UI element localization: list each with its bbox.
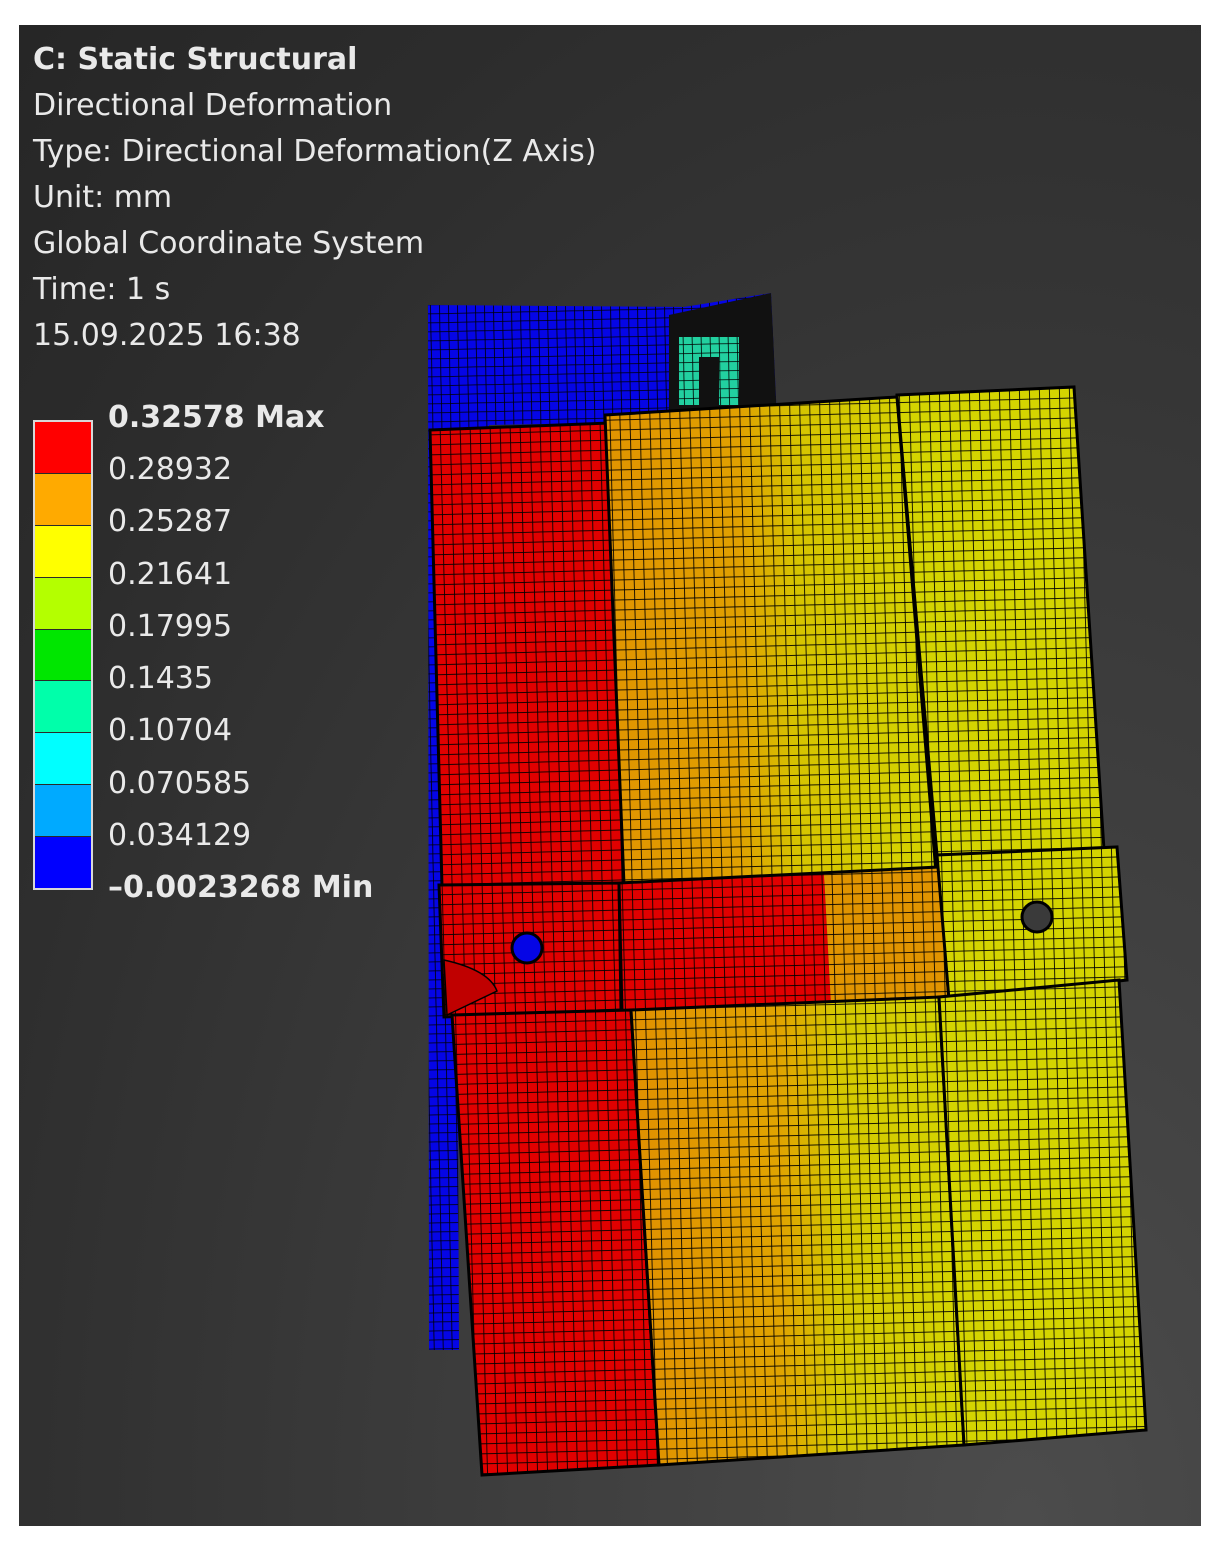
legend-swatch [35, 681, 91, 734]
legend-swatch [35, 525, 91, 578]
legend-swatch [35, 733, 91, 786]
coordinate-system: Global Coordinate System [33, 226, 425, 261]
legend-value-label: 0.17995 [108, 608, 233, 644]
result-info-panel: C: Static Structural Directional Deforma… [33, 37, 596, 359]
legend-value-label: 0.1435 [108, 661, 213, 697]
plate-lower-left [450, 1008, 661, 1477]
legend-swatch [35, 629, 91, 682]
legend-value-label: 0.034129 [108, 817, 252, 853]
legend-swatch [35, 473, 91, 526]
legend-max-label: 0.32578 Max [108, 400, 325, 435]
legend-swatch [35, 837, 91, 889]
plate-middle-right [935, 845, 1129, 1002]
legend-min-label: –0.0023268 Min [108, 870, 374, 905]
plate-upper-left [428, 421, 626, 889]
legend-swatch [35, 785, 91, 838]
result-unit: Unit: mm [33, 180, 173, 215]
legend-value-label: 0.10704 [108, 713, 233, 749]
result-timestamp: 15.09.2025 16:38 [33, 318, 301, 353]
legend-swatch [35, 577, 91, 630]
result-name: Directional Deformation [33, 88, 393, 123]
bracket-part [669, 293, 777, 420]
legend-value-label: 0.28932 [108, 452, 233, 488]
color-legend[interactable] [33, 420, 93, 890]
graphics-viewport[interactable]: C: Static Structural Directional Deforma… [19, 25, 1201, 1526]
plate-middle-center [617, 865, 951, 1015]
result-time: Time: 1 s [33, 272, 171, 307]
legend-value-label: 0.070585 [108, 765, 252, 801]
legend-swatch [35, 422, 91, 474]
legend-value-label: 0.25287 [108, 504, 233, 540]
plate-lower-middle [629, 995, 966, 1467]
result-type: Type: Directional Deformation(Z Axis) [33, 134, 597, 169]
plate-middle-left [437, 881, 623, 1019]
plate-upper-middle [603, 395, 939, 887]
analysis-title: C: Static Structural [33, 42, 358, 77]
plate-lower-right [937, 978, 1148, 1447]
legend-value-label: 0.21641 [108, 556, 233, 592]
